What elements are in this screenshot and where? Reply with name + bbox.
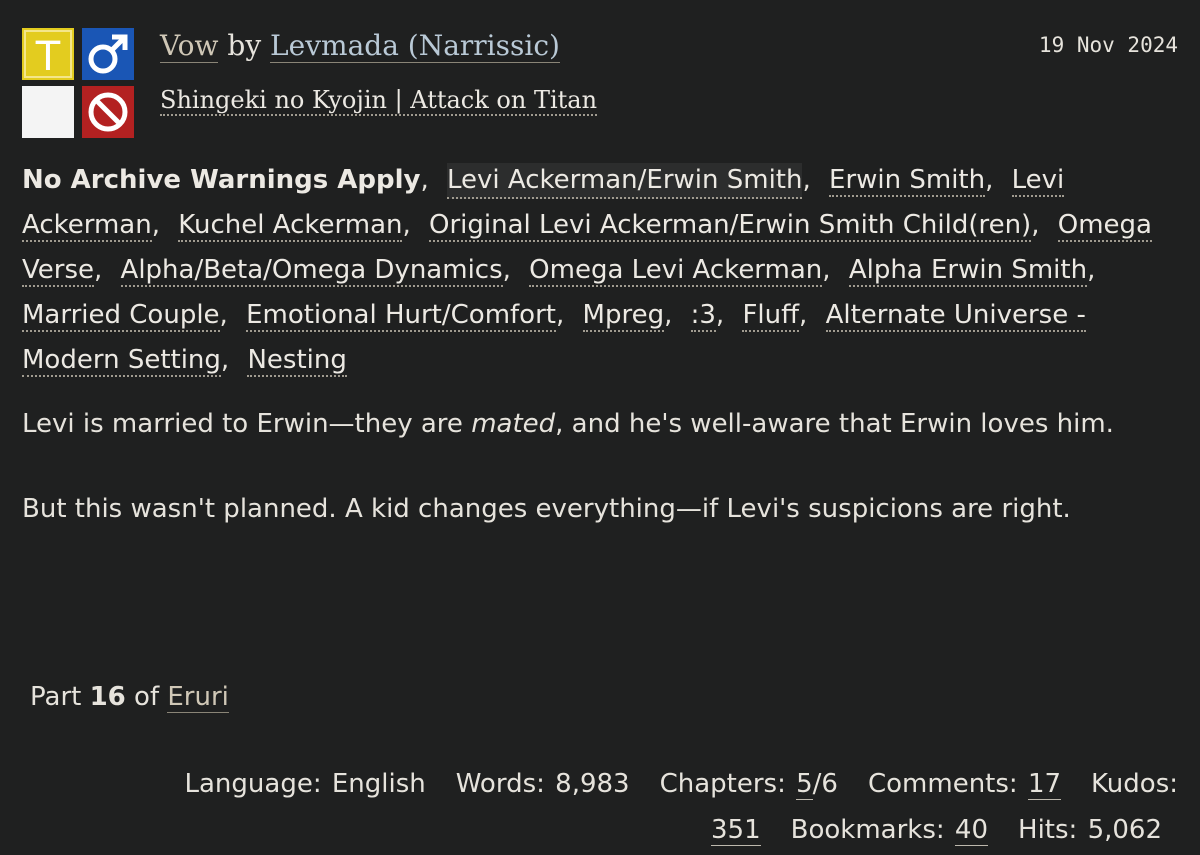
freeform-tag[interactable]: Alpha/Beta/Omega Dynamics	[120, 255, 503, 287]
tag-separator: ,	[715, 300, 725, 330]
character-tag[interactable]: Erwin Smith	[829, 165, 986, 197]
published-date: 19 Nov 2024	[1038, 33, 1178, 57]
tag-separator: ,	[219, 300, 228, 330]
chapters-stat: Chapters: 5/6	[660, 769, 838, 800]
tag-separator: ,	[94, 255, 103, 285]
freeform-tag[interactable]: Omega Levi Ackerman	[529, 255, 823, 287]
tag-separator: ,	[664, 300, 673, 330]
bookmarks-label: Bookmarks:	[790, 815, 945, 845]
freeform-tag[interactable]: Alpha Erwin Smith	[848, 255, 1088, 287]
bookmarks-link[interactable]: 40	[954, 815, 989, 846]
chapters-posted-link[interactable]: 5	[796, 769, 813, 800]
tag-item: Alpha/Beta/Omega Dynamics,	[120, 255, 521, 287]
male-symbol-icon[interactable]	[82, 28, 134, 80]
work-stats: Language: English Words: 8,983 Chapters: 5…	[22, 761, 1178, 853]
comments-label: Comments:	[867, 769, 1018, 799]
summary-paragraph: But this wasn't planned. A kid changes e…	[22, 494, 1071, 524]
freeform-tag[interactable]: Mpreg	[582, 300, 665, 332]
kudos-value-stat: 351	[710, 815, 761, 846]
rating-letter: T	[35, 34, 61, 80]
required-tags: T	[22, 28, 136, 142]
words-stat: Words: 8,983	[456, 769, 630, 799]
warning-tag[interactable]: No Archive Warnings Apply	[22, 165, 420, 195]
freeform-tag[interactable]: Married Couple	[22, 300, 220, 332]
tag-separator: ,	[220, 345, 230, 375]
tag-item: Married Couple,	[22, 300, 238, 332]
tag-item: Alpha Erwin Smith,	[848, 255, 1106, 287]
freeform-tag[interactable]: Nesting	[247, 345, 347, 377]
series-of-label: of	[134, 682, 160, 712]
tag-item: Nesting	[247, 345, 347, 377]
chapters-total: /6	[812, 769, 838, 799]
kudos-link[interactable]: 351	[710, 815, 761, 846]
freeform-tag[interactable]: :3	[690, 300, 716, 332]
summary-paragraph: Levi is married to Erwin—they are mated,…	[22, 402, 1178, 447]
freeform-tag[interactable]: Fluff	[742, 300, 800, 332]
tag-separator: ,	[151, 210, 160, 240]
comments-link[interactable]: 17	[1027, 769, 1062, 800]
no-warning-icon[interactable]	[22, 86, 74, 138]
tag-separator: ,	[799, 300, 808, 330]
kudos-label: Kudos:	[1091, 769, 1178, 799]
fandom-link[interactable]: Shingeki no Kyojin | Attack on Titan	[160, 86, 598, 116]
tag-item: Erwin Smith,	[829, 165, 1003, 197]
summary-emphasis: mated	[471, 409, 556, 439]
series-link[interactable]: Eruri	[167, 682, 229, 713]
character-tag[interactable]: Kuchel Ackerman	[178, 210, 403, 242]
tag-separator: ,	[555, 300, 565, 330]
tag-separator: ,	[985, 165, 994, 195]
tag-item: Mpreg,	[582, 300, 683, 332]
tag-item: Omega Levi Ackerman,	[529, 255, 840, 287]
tag-list: No Archive Warnings Apply, Levi Ackerman…	[22, 158, 1178, 383]
hits-label: Hits:	[1018, 815, 1078, 845]
tag-item: :3,	[690, 300, 735, 332]
comments-stat: Comments: 17	[867, 769, 1062, 800]
author-link[interactable]: Levmada (Narrissic)	[270, 29, 560, 63]
work-heading: Vow by Levmada (Narrissic)	[160, 28, 560, 64]
work-blurb: T Vow by Levmada (Narrissic) Shingeki no…	[22, 0, 1178, 855]
series-part-label: Part	[30, 682, 82, 712]
language-stat: Language: English	[185, 769, 426, 799]
tag-item: Fluff,	[742, 300, 817, 332]
tag-separator: ,	[402, 210, 411, 240]
words-label: Words:	[455, 769, 545, 799]
language-value: English	[331, 769, 426, 799]
work-summary: Levi is married to Erwin—they are mated,…	[22, 402, 1178, 572]
relationship-tag[interactable]: Levi Ackerman/Erwin Smith	[447, 163, 803, 199]
language-label: Language:	[184, 769, 322, 799]
hits-value: 5,062	[1087, 815, 1162, 845]
fandom-heading: Shingeki no Kyojin | Attack on Titan	[160, 84, 598, 116]
summary-text: , and he's well-aware that Erwin loves h…	[555, 409, 1114, 439]
tag-item: Levi Ackerman/Erwin Smith,	[447, 163, 821, 199]
by-label: by	[227, 29, 262, 62]
summary-text: Levi is married to Erwin—they are	[22, 409, 472, 439]
tag-separator: ,	[822, 255, 831, 285]
freeform-tag[interactable]: Emotional Hurt/Comfort	[246, 300, 556, 332]
tag-item: Kuchel Ackerman,	[178, 210, 420, 242]
words-value: 8,983	[555, 769, 630, 799]
tag-separator: ,	[420, 165, 429, 195]
series-part-number: 16	[89, 682, 126, 712]
tag-item: Emotional Hurt/Comfort,	[246, 300, 574, 332]
kudos-stat: Kudos:	[1091, 769, 1178, 799]
teen-rating-icon[interactable]: T	[22, 28, 74, 80]
tag-separator: ,	[502, 255, 511, 285]
tag-item: No Archive Warnings Apply,	[22, 165, 439, 195]
tag-item: Original Levi Ackerman/Erwin Smith Child…	[429, 210, 1049, 242]
hits-stat: Hits: 5,062	[1018, 815, 1162, 845]
prohibited-incomplete-icon[interactable]	[82, 86, 134, 138]
character-tag[interactable]: Original Levi Ackerman/Erwin Smith Child…	[429, 210, 1032, 242]
chapters-label: Chapters:	[659, 769, 786, 799]
work-title-link[interactable]: Vow	[160, 29, 219, 63]
series-info: Part 16 of Eruri	[30, 675, 229, 720]
tag-separator: ,	[1087, 255, 1096, 285]
tag-separator: ,	[802, 165, 811, 195]
bookmarks-stat: Bookmarks: 40	[790, 815, 989, 846]
tag-separator: ,	[1031, 210, 1040, 240]
